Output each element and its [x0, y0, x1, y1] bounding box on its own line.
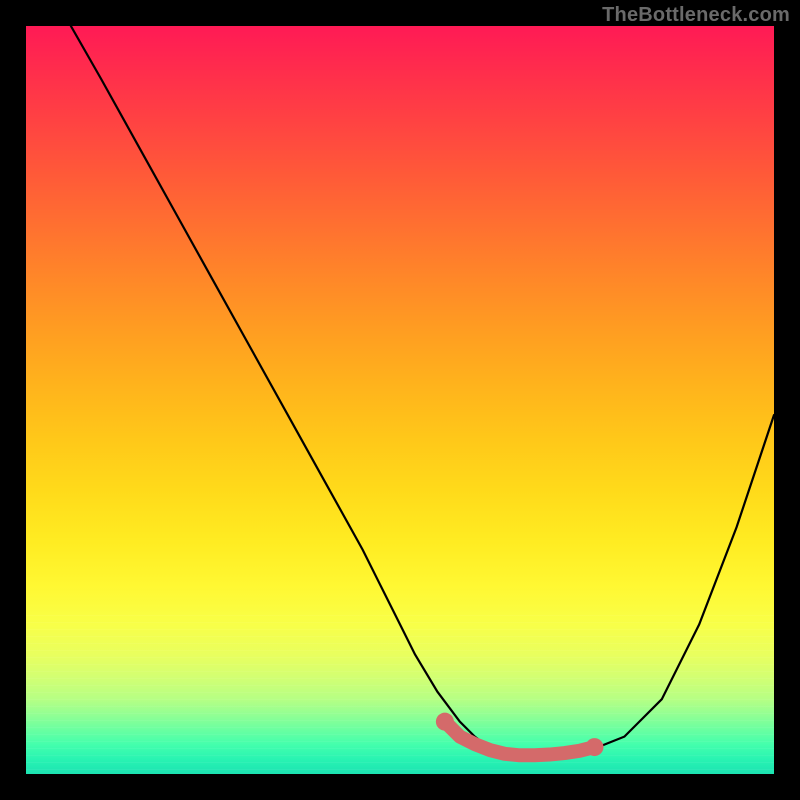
plot-area — [26, 26, 774, 774]
chart-stage: TheBottleneck.com — [0, 0, 800, 800]
overlay-dot-start — [436, 713, 454, 731]
sweet-spot-overlay — [445, 722, 595, 756]
bottleneck-curve — [71, 26, 774, 755]
overlay-dot-end — [585, 738, 603, 756]
curve-svg — [26, 26, 774, 774]
watermark-text: TheBottleneck.com — [602, 4, 790, 27]
